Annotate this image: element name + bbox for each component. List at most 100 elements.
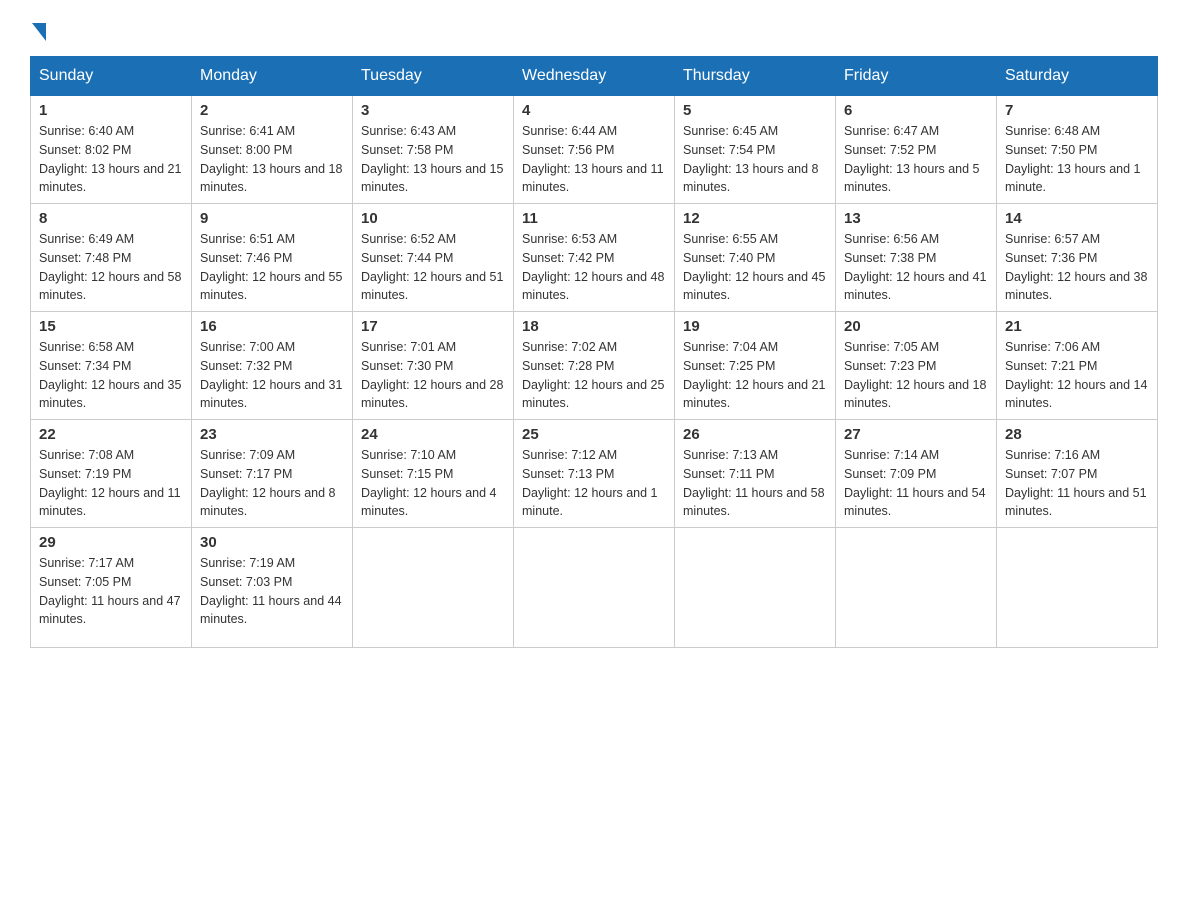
logo [30,20,48,36]
calendar-day-cell: 1 Sunrise: 6:40 AMSunset: 8:02 PMDayligh… [31,96,192,204]
day-number: 13 [844,210,988,227]
day-info: Sunrise: 6:58 AMSunset: 7:34 PMDaylight:… [39,340,181,410]
day-info: Sunrise: 7:17 AMSunset: 7:05 PMDaylight:… [39,556,181,626]
calendar-day-cell: 29 Sunrise: 7:17 AMSunset: 7:05 PMDaylig… [31,528,192,648]
day-number: 4 [522,102,666,119]
day-info: Sunrise: 6:48 AMSunset: 7:50 PMDaylight:… [1005,124,1141,194]
day-number: 15 [39,318,183,335]
day-number: 19 [683,318,827,335]
day-info: Sunrise: 6:43 AMSunset: 7:58 PMDaylight:… [361,124,503,194]
weekday-header-cell: Friday [836,57,997,96]
calendar-day-cell: 25 Sunrise: 7:12 AMSunset: 7:13 PMDaylig… [514,420,675,528]
day-number: 6 [844,102,988,119]
calendar-day-cell: 15 Sunrise: 6:58 AMSunset: 7:34 PMDaylig… [31,312,192,420]
day-number: 27 [844,426,988,443]
calendar-day-cell: 14 Sunrise: 6:57 AMSunset: 7:36 PMDaylig… [997,204,1158,312]
calendar-day-cell: 22 Sunrise: 7:08 AMSunset: 7:19 PMDaylig… [31,420,192,528]
calendar-day-cell [675,528,836,648]
day-number: 16 [200,318,344,335]
calendar-day-cell [836,528,997,648]
calendar-day-cell: 27 Sunrise: 7:14 AMSunset: 7:09 PMDaylig… [836,420,997,528]
day-number: 20 [844,318,988,335]
calendar-day-cell: 7 Sunrise: 6:48 AMSunset: 7:50 PMDayligh… [997,96,1158,204]
calendar-day-cell [353,528,514,648]
day-info: Sunrise: 6:47 AMSunset: 7:52 PMDaylight:… [844,124,980,194]
calendar-day-cell: 8 Sunrise: 6:49 AMSunset: 7:48 PMDayligh… [31,204,192,312]
weekday-header-cell: Wednesday [514,57,675,96]
calendar-day-cell: 28 Sunrise: 7:16 AMSunset: 7:07 PMDaylig… [997,420,1158,528]
day-number: 17 [361,318,505,335]
day-info: Sunrise: 6:49 AMSunset: 7:48 PMDaylight:… [39,232,181,302]
calendar-day-cell: 26 Sunrise: 7:13 AMSunset: 7:11 PMDaylig… [675,420,836,528]
day-number: 5 [683,102,827,119]
day-number: 7 [1005,102,1149,119]
calendar-day-cell: 24 Sunrise: 7:10 AMSunset: 7:15 PMDaylig… [353,420,514,528]
day-number: 8 [39,210,183,227]
day-number: 10 [361,210,505,227]
calendar-day-cell: 19 Sunrise: 7:04 AMSunset: 7:25 PMDaylig… [675,312,836,420]
logo-arrow-icon [32,23,46,41]
day-number: 14 [1005,210,1149,227]
calendar-day-cell [514,528,675,648]
calendar-day-cell: 30 Sunrise: 7:19 AMSunset: 7:03 PMDaylig… [192,528,353,648]
day-info: Sunrise: 7:13 AMSunset: 7:11 PMDaylight:… [683,448,825,518]
weekday-header-cell: Sunday [31,57,192,96]
calendar-day-cell: 20 Sunrise: 7:05 AMSunset: 7:23 PMDaylig… [836,312,997,420]
weekday-header-row: SundayMondayTuesdayWednesdayThursdayFrid… [31,57,1158,96]
day-number: 12 [683,210,827,227]
day-info: Sunrise: 7:09 AMSunset: 7:17 PMDaylight:… [200,448,336,518]
day-number: 28 [1005,426,1149,443]
calendar-day-cell: 23 Sunrise: 7:09 AMSunset: 7:17 PMDaylig… [192,420,353,528]
calendar-day-cell: 18 Sunrise: 7:02 AMSunset: 7:28 PMDaylig… [514,312,675,420]
calendar-day-cell: 12 Sunrise: 6:55 AMSunset: 7:40 PMDaylig… [675,204,836,312]
day-info: Sunrise: 6:51 AMSunset: 7:46 PMDaylight:… [200,232,342,302]
day-info: Sunrise: 6:55 AMSunset: 7:40 PMDaylight:… [683,232,825,302]
day-info: Sunrise: 7:01 AMSunset: 7:30 PMDaylight:… [361,340,503,410]
calendar-day-cell: 4 Sunrise: 6:44 AMSunset: 7:56 PMDayligh… [514,96,675,204]
page-header [30,20,1158,36]
day-number: 2 [200,102,344,119]
day-info: Sunrise: 6:52 AMSunset: 7:44 PMDaylight:… [361,232,503,302]
calendar-day-cell: 11 Sunrise: 6:53 AMSunset: 7:42 PMDaylig… [514,204,675,312]
day-number: 18 [522,318,666,335]
day-number: 11 [522,210,666,227]
day-info: Sunrise: 7:14 AMSunset: 7:09 PMDaylight:… [844,448,986,518]
day-number: 3 [361,102,505,119]
day-info: Sunrise: 6:45 AMSunset: 7:54 PMDaylight:… [683,124,819,194]
day-info: Sunrise: 6:56 AMSunset: 7:38 PMDaylight:… [844,232,986,302]
day-info: Sunrise: 6:44 AMSunset: 7:56 PMDaylight:… [522,124,664,194]
day-info: Sunrise: 7:05 AMSunset: 7:23 PMDaylight:… [844,340,986,410]
day-info: Sunrise: 6:41 AMSunset: 8:00 PMDaylight:… [200,124,342,194]
calendar-day-cell: 16 Sunrise: 7:00 AMSunset: 7:32 PMDaylig… [192,312,353,420]
day-number: 22 [39,426,183,443]
day-info: Sunrise: 6:53 AMSunset: 7:42 PMDaylight:… [522,232,664,302]
day-number: 9 [200,210,344,227]
weekday-header-cell: Saturday [997,57,1158,96]
day-info: Sunrise: 7:06 AMSunset: 7:21 PMDaylight:… [1005,340,1147,410]
day-number: 25 [522,426,666,443]
day-info: Sunrise: 6:40 AMSunset: 8:02 PMDaylight:… [39,124,181,194]
weekday-header-cell: Monday [192,57,353,96]
calendar-body: 1 Sunrise: 6:40 AMSunset: 8:02 PMDayligh… [31,96,1158,648]
calendar-day-cell: 10 Sunrise: 6:52 AMSunset: 7:44 PMDaylig… [353,204,514,312]
calendar-day-cell: 3 Sunrise: 6:43 AMSunset: 7:58 PMDayligh… [353,96,514,204]
calendar-day-cell: 6 Sunrise: 6:47 AMSunset: 7:52 PMDayligh… [836,96,997,204]
day-number: 23 [200,426,344,443]
weekday-header-cell: Thursday [675,57,836,96]
calendar-week-row: 1 Sunrise: 6:40 AMSunset: 8:02 PMDayligh… [31,96,1158,204]
calendar-day-cell: 5 Sunrise: 6:45 AMSunset: 7:54 PMDayligh… [675,96,836,204]
day-number: 29 [39,534,183,551]
calendar-day-cell: 9 Sunrise: 6:51 AMSunset: 7:46 PMDayligh… [192,204,353,312]
day-number: 24 [361,426,505,443]
day-info: Sunrise: 7:08 AMSunset: 7:19 PMDaylight:… [39,448,181,518]
day-info: Sunrise: 7:02 AMSunset: 7:28 PMDaylight:… [522,340,664,410]
day-info: Sunrise: 6:57 AMSunset: 7:36 PMDaylight:… [1005,232,1147,302]
calendar-day-cell: 2 Sunrise: 6:41 AMSunset: 8:00 PMDayligh… [192,96,353,204]
day-info: Sunrise: 7:10 AMSunset: 7:15 PMDaylight:… [361,448,497,518]
day-info: Sunrise: 7:12 AMSunset: 7:13 PMDaylight:… [522,448,658,518]
day-number: 21 [1005,318,1149,335]
day-number: 26 [683,426,827,443]
day-info: Sunrise: 7:16 AMSunset: 7:07 PMDaylight:… [1005,448,1147,518]
day-number: 1 [39,102,183,119]
day-number: 30 [200,534,344,551]
